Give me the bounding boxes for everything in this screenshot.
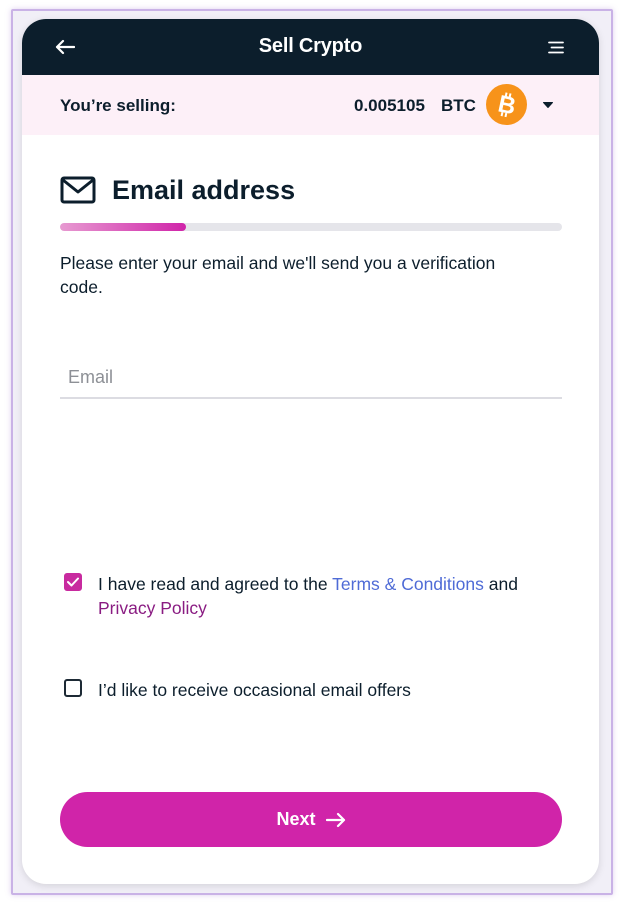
section-header: Email address [60,171,540,211]
arrow-right-icon [325,812,346,828]
progress-bar [60,223,562,231]
checkmark-icon [67,577,79,587]
bitcoin-icon: B [486,84,527,125]
next-button-label: Next [276,809,316,829]
selling-currency: BTC [441,96,476,115]
terms-text-before: I have read and agreed to the [98,574,333,594]
instructions-text: Please enter your email and we'll send y… [60,253,496,297]
currency-dropdown[interactable] [537,97,559,113]
email-input[interactable] [60,357,562,399]
selling-summary: You’re selling: 0.005105 BTC B [22,75,599,135]
page-title: Sell Crypto [258,35,363,57]
mail-icon [60,176,96,204]
top-bar: Sell Crypto [22,19,599,75]
terms-text: I have read and agreed to the Terms & Co… [98,572,548,620]
selling-amount: 0.005105 [354,96,425,115]
selling-label: You’re selling: [60,96,176,115]
caret-down-icon [543,102,553,108]
offers-label: I’d like to receive occasional email off… [98,680,411,700]
menu-icon [548,41,564,53]
menu-button[interactable] [545,37,567,57]
next-button[interactable]: Next [60,792,562,847]
privacy-link[interactable]: Privacy Policy [98,598,207,618]
terms-text-mid: and [483,574,518,594]
terms-link[interactable]: Terms & Conditions [332,574,484,594]
sell-crypto-card: Sell Crypto You’re selling: 0.005105 BTC… [22,19,599,884]
progress-fill [60,223,186,231]
terms-checkbox[interactable] [64,573,82,591]
section-title: Email address [112,175,296,205]
offers-checkbox[interactable] [64,679,82,697]
